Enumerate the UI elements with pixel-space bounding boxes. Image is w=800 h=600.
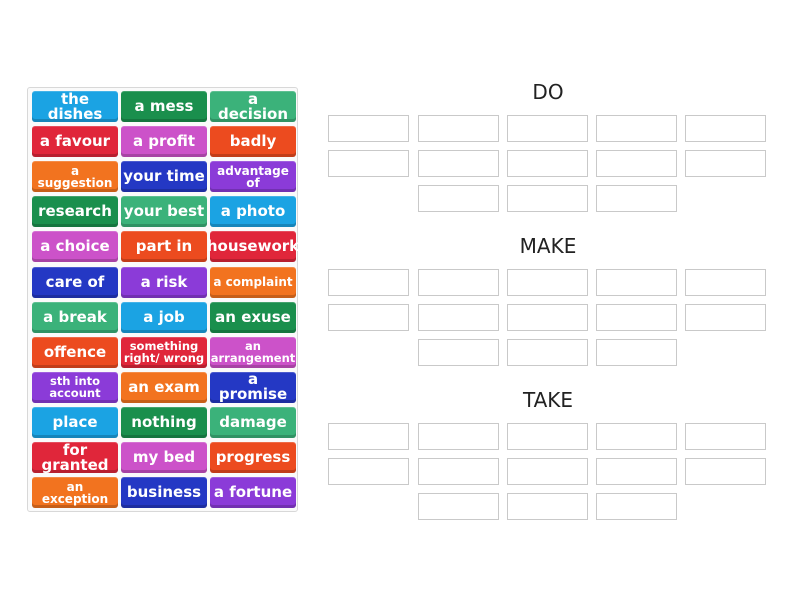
word-tile[interactable]: badly: [210, 126, 296, 158]
word-tile[interactable]: care of: [32, 266, 118, 298]
word-tile[interactable]: part in: [121, 231, 207, 263]
word-tile[interactable]: something right/ wrong: [121, 336, 207, 368]
drop-slot-take[interactable]: [596, 423, 677, 450]
word-tile[interactable]: your best: [121, 196, 207, 228]
word-tile[interactable]: an exception: [32, 477, 118, 509]
word-tile[interactable]: a suggestion: [32, 161, 118, 193]
drop-slot-make[interactable]: [596, 339, 677, 366]
word-tile[interactable]: sth into account: [32, 371, 118, 403]
drop-slot-take[interactable]: [507, 493, 588, 520]
word-tile[interactable]: advantage of: [210, 161, 296, 193]
word-tile[interactable]: nothing: [121, 406, 207, 438]
drop-slot-do[interactable]: [685, 115, 766, 142]
word-tile[interactable]: a fortune: [210, 477, 296, 509]
drop-slot-do[interactable]: [418, 115, 499, 142]
drop-slot-do[interactable]: [507, 115, 588, 142]
drop-slot-make[interactable]: [685, 304, 766, 331]
drop-slot-make[interactable]: [507, 304, 588, 331]
word-tile[interactable]: an exam: [121, 371, 207, 403]
drop-slot-make[interactable]: [507, 339, 588, 366]
group-title-do: DO: [532, 80, 564, 104]
word-tile[interactable]: an arrangement: [210, 336, 296, 368]
word-tile[interactable]: a photo: [210, 196, 296, 228]
drop-slot-do[interactable]: [328, 150, 409, 177]
drop-slot-make[interactable]: [418, 339, 499, 366]
drop-slot-take[interactable]: [507, 423, 588, 450]
word-tile[interactable]: a promise: [210, 371, 296, 403]
drop-slot-take[interactable]: [418, 458, 499, 485]
word-tile[interactable]: my bed: [121, 442, 207, 473]
drop-slot-make[interactable]: [685, 269, 766, 296]
word-tile[interactable]: a favour: [32, 126, 118, 158]
drop-slot-take[interactable]: [685, 423, 766, 450]
drop-slot-make[interactable]: [418, 269, 499, 296]
drop-slot-do[interactable]: [418, 185, 499, 212]
drop-slot-take[interactable]: [418, 423, 499, 450]
word-tile[interactable]: an exuse: [210, 301, 296, 333]
drop-slot-make[interactable]: [418, 304, 499, 331]
drop-slot-take[interactable]: [596, 493, 677, 520]
word-tile[interactable]: a mess: [121, 91, 207, 122]
word-tile[interactable]: the dishes: [32, 91, 118, 122]
drop-slot-take[interactable]: [507, 458, 588, 485]
drop-slot-do[interactable]: [596, 150, 677, 177]
word-tile[interactable]: place: [32, 406, 118, 438]
word-tile[interactable]: progress: [210, 442, 296, 473]
group-title-take: TAKE: [522, 388, 574, 412]
word-tile[interactable]: housework: [207, 231, 299, 263]
drop-slot-make[interactable]: [596, 269, 677, 296]
word-tile[interactable]: offence: [32, 336, 118, 368]
word-tile[interactable]: a decision: [210, 91, 296, 122]
word-tile[interactable]: research: [32, 196, 118, 228]
drop-slot-do[interactable]: [507, 185, 588, 212]
drop-slot-make[interactable]: [507, 269, 588, 296]
word-tile[interactable]: a risk: [121, 266, 207, 298]
word-tile[interactable]: a job: [121, 301, 207, 333]
drop-slot-make[interactable]: [328, 304, 409, 331]
word-tile[interactable]: for granted: [32, 442, 118, 473]
drop-slot-take[interactable]: [685, 458, 766, 485]
drop-slot-take[interactable]: [418, 493, 499, 520]
drop-slot-take[interactable]: [596, 458, 677, 485]
drop-slot-do[interactable]: [328, 115, 409, 142]
drop-slot-make[interactable]: [328, 269, 409, 296]
word-tile[interactable]: a profit: [121, 126, 207, 158]
word-tile[interactable]: your time: [121, 161, 207, 193]
word-tile[interactable]: a choice: [32, 231, 118, 263]
drop-slot-do[interactable]: [685, 150, 766, 177]
group-title-make: MAKE: [519, 234, 577, 258]
drop-slot-take[interactable]: [328, 458, 409, 485]
drop-slot-do[interactable]: [596, 185, 677, 212]
word-tile[interactable]: a complaint: [210, 266, 296, 298]
drop-slot-take[interactable]: [328, 423, 409, 450]
word-tile[interactable]: a break: [32, 301, 118, 333]
drop-slot-make[interactable]: [596, 304, 677, 331]
word-tile[interactable]: business: [121, 477, 207, 509]
word-tile-palette: the dishes a mess a decision a favour a prof…: [27, 87, 299, 512]
word-tile[interactable]: damage: [210, 406, 296, 438]
drop-slot-do[interactable]: [418, 150, 499, 177]
drop-slot-do[interactable]: [596, 115, 677, 142]
drop-slot-do[interactable]: [507, 150, 588, 177]
